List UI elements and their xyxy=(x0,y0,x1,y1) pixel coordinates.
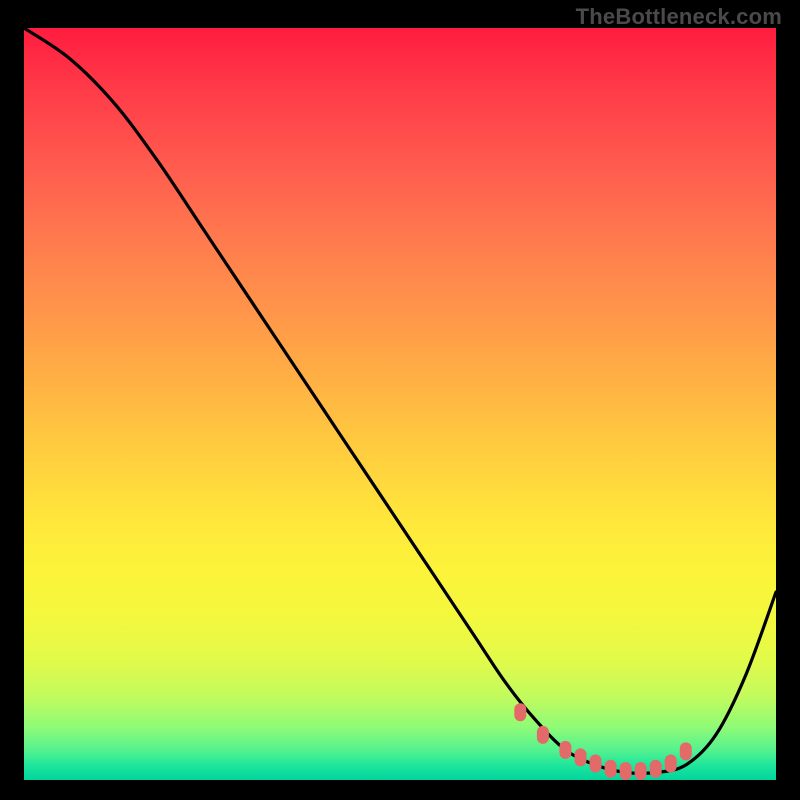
chart-container: TheBottleneck.com xyxy=(0,0,800,800)
plot-area xyxy=(24,28,776,780)
highlight-marker xyxy=(680,742,692,760)
highlight-marker xyxy=(514,703,526,721)
highlight-marker xyxy=(605,760,617,778)
highlight-marker xyxy=(620,762,632,780)
bottleneck-curve xyxy=(24,28,776,773)
highlight-marker xyxy=(559,741,571,759)
watermark-label: TheBottleneck.com xyxy=(576,4,782,30)
highlight-marker xyxy=(635,762,647,780)
highlight-marker xyxy=(650,760,662,778)
highlight-marker xyxy=(537,726,549,744)
highlight-marker xyxy=(665,755,677,773)
highlight-marker xyxy=(590,755,602,773)
curve-overlay xyxy=(24,28,776,780)
highlight-marker xyxy=(575,748,587,766)
